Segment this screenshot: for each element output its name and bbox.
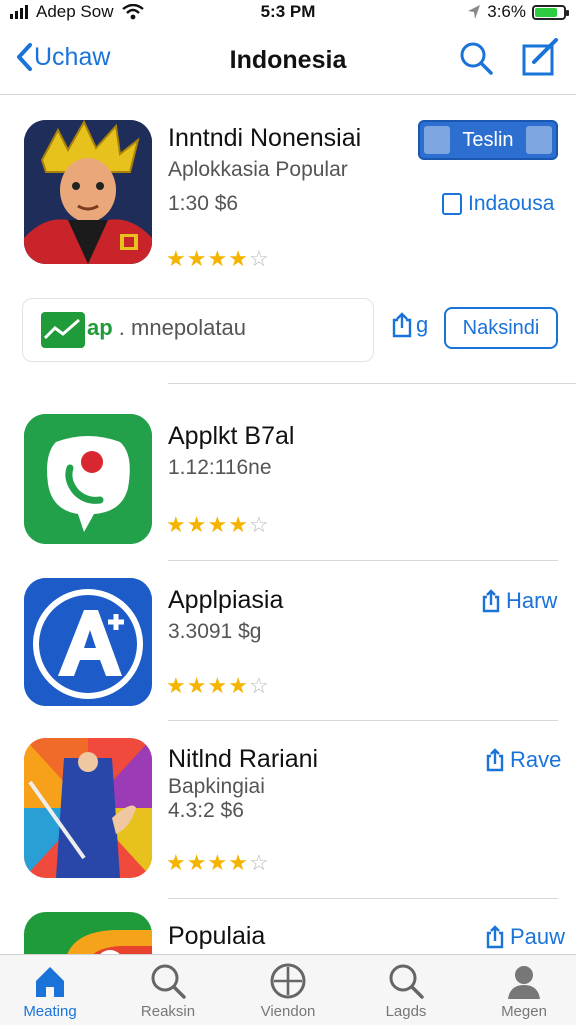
tab-label: Meating [23,1003,77,1020]
star-filled-icon: ★ [207,246,229,271]
row-divider [168,560,558,561]
app-meta: 1.12:116ne [168,456,272,479]
promo-label: ap . mnepolatau [87,315,246,341]
app-subtitle: Bapkingiai [168,775,265,798]
compose-icon[interactable] [520,38,560,78]
star-empty-icon: ☆ [248,673,270,698]
download-icon [486,748,504,772]
app-meta: 3.3091 $g [168,620,262,643]
star-filled-icon: ★ [207,673,229,698]
tab-label: Reaksin [140,1003,196,1020]
battery-icon [532,4,569,20]
tab-lagds[interactable]: Lagds [356,961,456,1020]
status-bar: Adep Sow 5:3 PM 3:6% [0,0,576,26]
country-label: Indaousa [468,192,555,215]
install-button[interactable]: Naksindi [444,307,558,349]
app-get-label: Rave [510,747,562,772]
featured-action-button[interactable]: Teslin [418,120,558,160]
location-icon [468,5,481,19]
star-filled-icon: ★ [186,512,208,537]
letter-a-icon [24,578,152,706]
app-rating: ★★★★☆ [166,512,270,538]
star-filled-icon: ★ [166,850,187,875]
star-filled-icon: ★ [228,673,249,698]
star-filled-icon: ★ [228,512,249,537]
tab-label: Viendon [260,1003,316,1020]
share-label: g [416,312,429,337]
promo-banner[interactable]: ap . mnepolatau [22,298,374,362]
battery-fill [535,7,558,17]
star-filled-icon: ★ [166,246,187,271]
row-divider [168,898,558,899]
tab-label: Megen [501,1003,547,1020]
app-icon-a[interactable] [24,578,152,706]
star-filled-icon: ★ [207,512,229,537]
battery-text: 3:6% [487,2,526,21]
plus-circle-icon [270,963,306,999]
featured-app-meta: 1:30 $6 [168,192,239,215]
home-icon [36,967,64,997]
app-get-label: Pauw [510,924,566,949]
app-get-label: Harw [506,588,558,613]
download-icon [486,925,504,949]
search-icon [151,964,186,999]
tab-bar: Meating Reaksin Viendon Lagds Megen [0,954,576,1025]
star-filled-icon: ★ [166,512,187,537]
warrior-avatar-icon [24,120,152,264]
app-get-button[interactable]: Pauw [486,924,565,950]
tab-profile[interactable]: Megen [474,961,574,1020]
featured-action-label: Teslin [462,129,514,151]
featured-app-subtitle: Aplokkasia Popular [168,158,348,181]
download-icon [482,589,500,613]
app-icon-art[interactable] [24,738,152,878]
nav-bar: Uchaw Indonesia [0,26,576,95]
chart-icon [41,312,85,348]
app-rating: ★★★★☆ [166,673,270,699]
app-icon-phone[interactable] [24,414,152,544]
share-button[interactable]: g [392,312,428,338]
search-icon [389,964,424,999]
star-filled-icon: ★ [228,850,249,875]
row-divider [168,720,558,721]
star-filled-icon: ★ [207,850,229,875]
app-get-button[interactable]: Rave [486,747,561,773]
app-name[interactable]: Populaia [168,922,265,951]
app-name[interactable]: Applkt B7al [168,422,294,451]
tab-search[interactable]: Reaksin [118,961,218,1020]
checkbox-icon [442,193,462,215]
status-right: 3:6% [467,2,569,22]
app-meta: 4.3:2 $6 [168,799,244,822]
star-filled-icon: ★ [228,246,249,271]
featured-app-icon[interactable] [24,120,152,264]
art-figure-icon [24,738,152,878]
app-get-button[interactable]: Harw [482,588,557,614]
star-filled-icon: ★ [166,673,187,698]
app-rating: ★★★★☆ [166,850,270,876]
star-filled-icon: ★ [186,673,208,698]
star-filled-icon: ★ [186,246,208,271]
tab-home[interactable]: Meating [0,961,100,1020]
star-empty-icon: ☆ [248,850,270,875]
app-name[interactable]: Nitlnd Rariani [168,745,318,774]
person-icon [508,966,540,999]
app-name[interactable]: Applpiasia [168,586,283,615]
tab-label: Lagds [385,1003,427,1020]
promo-text: . mnepolatau [112,315,246,340]
chat-phone-icon [24,414,152,544]
featured-app-rating: ★★★★☆ [166,246,270,272]
section-divider [168,383,576,384]
country-link[interactable]: Indaousa [442,192,554,216]
share-icon [392,312,412,338]
star-filled-icon: ★ [186,850,208,875]
promo-prefix: ap [87,315,113,340]
star-empty-icon: ☆ [248,246,270,271]
tab-add[interactable]: Viendon [238,961,338,1020]
star-empty-icon: ☆ [248,512,270,537]
search-icon[interactable] [458,40,494,76]
featured-app-name[interactable]: Inntndi Nonensiai [168,124,361,153]
